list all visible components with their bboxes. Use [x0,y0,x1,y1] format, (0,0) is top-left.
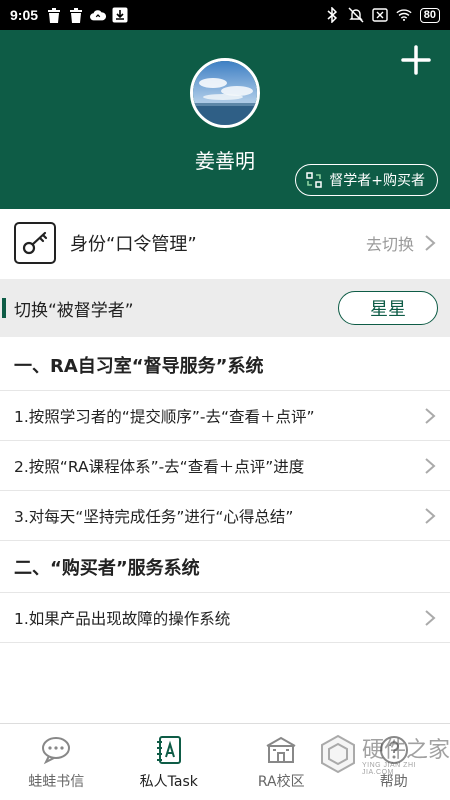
list-item-label: 1.按照学习者的“提交顺序”-去“查看＋点评” [14,407,315,426]
identity-action: 去切换 [365,235,414,254]
plus-icon [401,45,431,75]
tab-private-task[interactable]: 私人Task [113,724,226,800]
tab-label: 帮助 [379,774,408,790]
trash-icon [68,7,84,23]
chevron-right-icon [425,609,436,626]
profile-header: 姜善明 督学者+购买者 [0,30,450,209]
mute-icon [348,7,364,23]
list-item-label: 3.对每天“坚持完成任务”进行“心得总结” [14,507,294,526]
chevron-right-icon [425,507,436,524]
battery-icon: 80 [419,7,440,23]
add-button[interactable] [400,44,432,76]
tab-label: RA校区 [257,774,305,790]
tab-label: 蛙蛙书信 [28,774,85,790]
download-icon [112,7,128,23]
student-select-button[interactable]: 星星 [338,291,438,325]
bluetooth-icon [324,7,340,23]
help-icon [379,736,408,764]
tab-letters[interactable]: 蛙蛙书信 [0,724,113,800]
chat-icon [42,737,71,765]
role-switch-label: 督学者+购买者 [329,173,425,189]
status-bar: 9:05 80 [0,0,450,30]
identity-label: 身份“口令管理” [70,234,197,255]
identity-password-row[interactable]: 身份“口令管理” 去切换 [0,209,450,277]
chevron-right-icon [425,235,436,251]
role-switch-button[interactable]: 督学者+购买者 [295,164,438,196]
accent-bar [2,298,6,318]
list-item-label: 1.如果产品出现故障的操作系统 [14,609,231,628]
list-item[interactable]: 1.按照学习者的“提交顺序”-去“查看＋点评” [0,391,450,441]
status-time: 9:05 [10,7,39,23]
switch-student-row: 切换“被督学者” 星星 [0,279,450,337]
section-title: 二、“购买者”服务系统 [0,541,450,593]
tab-label: 私人Task [139,774,198,790]
trash-icon [46,7,62,23]
avatar[interactable] [190,58,260,128]
tab-ra-campus[interactable]: RA校区 [225,724,338,800]
list-item-label: 2.按照“RA课程体系”-去“查看＋点评”进度 [14,457,305,476]
tab-help[interactable]: 帮助 [338,724,450,800]
wifi-icon [396,7,412,23]
list-item[interactable]: 2.按照“RA课程体系”-去“查看＋点评”进度 [0,441,450,491]
section-title: 一、RA自习室“督导服务”系统 [0,339,450,391]
task-book-icon [156,736,181,764]
switch-role-icon [306,172,323,188]
list-item[interactable]: 3.对每天“坚持完成任务”进行“心得总结” [0,491,450,541]
chevron-right-icon [425,407,436,424]
cloud-icon [90,7,107,23]
sim-off-icon [372,7,388,23]
list-item[interactable]: 1.如果产品出现故障的操作系统 [0,593,450,643]
campus-icon [266,736,296,763]
switch-student-label: 切换“被督学者” [14,300,134,321]
key-icon [14,222,56,264]
chevron-right-icon [425,457,436,474]
bottom-tab-bar: 蛙蛙书信 私人Task RA校区 帮助 [0,723,450,800]
